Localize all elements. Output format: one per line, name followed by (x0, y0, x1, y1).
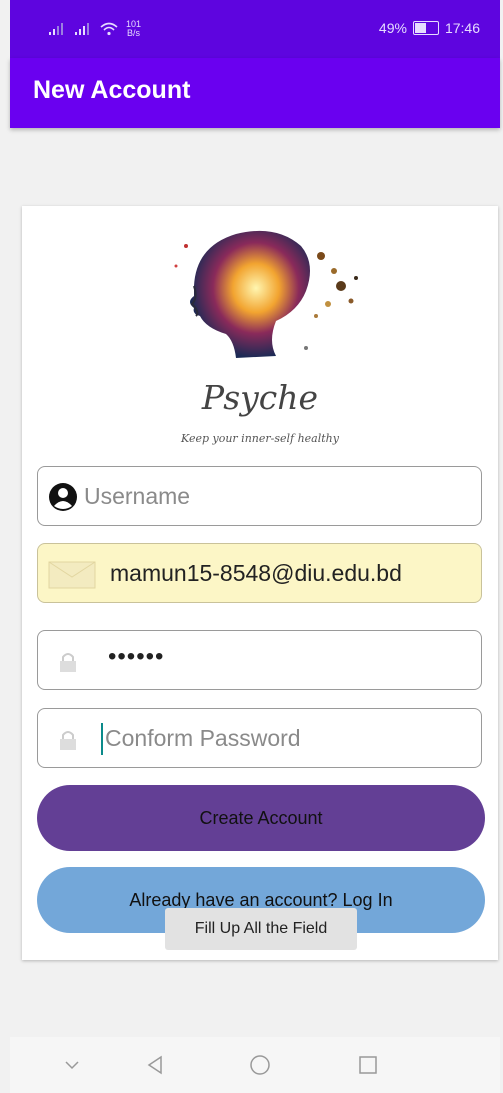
text-cursor (101, 723, 103, 755)
recents-icon[interactable] (356, 1053, 380, 1077)
status-icons-right: 49% 17:46 (379, 20, 480, 36)
battery-percent: 49% (378, 20, 407, 36)
app-tagline: Keep your inner-self healthy (181, 432, 339, 445)
wifi-icon (100, 22, 118, 36)
psyche-logo-image (174, 230, 358, 358)
account-circle-icon (49, 483, 77, 511)
app-bar: New Account (10, 58, 500, 128)
network-speed-unit: B/s (127, 28, 141, 38)
password-value: •••••• (108, 643, 165, 670)
lock-icon (60, 653, 76, 672)
email-field[interactable]: mamun15-8548@diu.edu.bd (37, 543, 482, 603)
app-logo-name: Psyche (201, 378, 319, 417)
create-account-button[interactable]: Create Account (37, 785, 485, 851)
back-icon[interactable] (143, 1053, 167, 1077)
envelope-icon (48, 561, 96, 589)
confirm-password-field[interactable]: Conform Password (37, 708, 482, 768)
chevron-down-icon[interactable] (60, 1053, 84, 1077)
page-title: New Account (33, 76, 191, 104)
signup-card: Psyche Keep your inner-self healthy User… (22, 206, 498, 960)
status-bar: 101 B/s 49% 17:46 (10, 0, 500, 58)
clock: 17:46 (444, 20, 480, 36)
email-value: mamun15-8548@diu.edu.bd (110, 560, 402, 586)
username-field[interactable]: Username (37, 466, 482, 526)
signal-icon (49, 23, 63, 35)
battery-icon (412, 21, 439, 35)
signal-icon (75, 23, 89, 35)
confirm-password-placeholder: Conform Password (105, 725, 301, 751)
home-icon[interactable] (248, 1053, 272, 1077)
network-speed: 101 B/s (126, 20, 141, 38)
status-icons-left: 101 B/s (48, 20, 141, 38)
toast-message: Fill Up All the Field (165, 908, 357, 950)
battery-fill (414, 23, 426, 33)
password-field[interactable]: •••••• (37, 630, 482, 690)
username-placeholder: Username (84, 483, 191, 509)
lock-icon (60, 731, 76, 750)
system-nav-bar (10, 1037, 500, 1093)
